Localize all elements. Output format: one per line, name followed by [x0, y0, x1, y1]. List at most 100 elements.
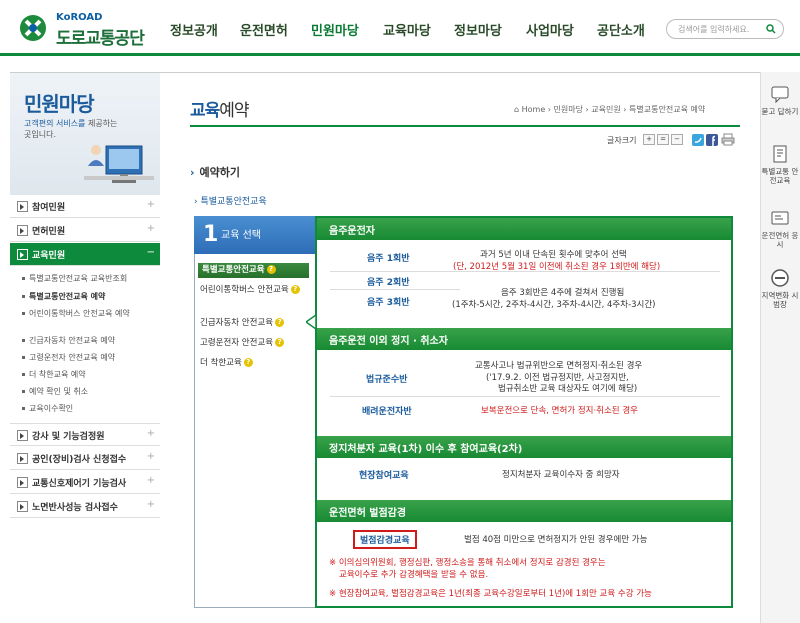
logo-mark-icon [20, 15, 46, 41]
chat-icon [771, 86, 789, 104]
help-icon[interactable]: ? [243, 358, 253, 367]
chevron-right-icon [17, 453, 28, 464]
lnb-desc-highlight: 고객편의 서비스를 [24, 119, 86, 128]
plus-icon: + [146, 499, 155, 510]
no-entry-icon [771, 269, 789, 287]
plus-icon: + [146, 223, 155, 234]
search-placeholder: 검색어를 입력하세요. [678, 25, 750, 34]
lnb-item-reflective[interactable]: 노면반사성능 검사접수 + [10, 495, 160, 518]
plus-icon: + [146, 428, 155, 439]
quick-special-education[interactable]: 특별교통 안전교육 [760, 144, 800, 185]
quick-license-test[interactable]: 운전면허 응시 [760, 208, 800, 249]
sub-item-good-driver[interactable]: 더 착한교육 예약 [22, 369, 86, 380]
font-increase-button[interactable]: + [643, 134, 655, 145]
sub-item-elderly[interactable]: 고령운전자 안전교육 예약 [22, 352, 115, 363]
course-school-bus[interactable]: 어린이통학버스 안전교육? [200, 285, 306, 296]
nav-info-open[interactable]: 정보공개 [170, 20, 218, 39]
nav-about[interactable]: 공단소개 [597, 20, 645, 39]
sub-item-check-cancel[interactable]: 예약 확인 및 취소 [22, 386, 88, 397]
help-icon[interactable]: ? [266, 265, 276, 274]
pointer-arrow-icon [306, 315, 316, 329]
page-title-rest: 예약 [219, 101, 249, 121]
nav-civil[interactable]: 민원마당 [311, 20, 359, 39]
lnb-item-participation[interactable]: 참여민원 + [10, 195, 160, 218]
chevron-right-icon [17, 430, 28, 441]
nav-education[interactable]: 교육마당 [383, 20, 431, 39]
band-title: 운전면허 벌점감경 [329, 508, 407, 519]
search-input[interactable]: 검색어를 입력하세요. [666, 19, 784, 39]
row-penalty-text: 벌점 40점 미만으로 면허정지가 안된 경우에만 가능 [464, 535, 648, 545]
font-reset-button[interactable]: = [657, 134, 669, 145]
band-participation: 정지처분자 교육(1차) 이수 후 참여교육(2차) [317, 436, 731, 458]
sub-item-special-reservation[interactable]: 특별교통안전교육 예약 [22, 291, 105, 302]
nav-info[interactable]: 정보마당 [454, 20, 502, 39]
nav-business[interactable]: 사업마당 [526, 20, 574, 39]
row-drunk-2-label[interactable]: 음주 2회반 [367, 275, 410, 288]
quick-test-site[interactable]: 지역변화 시범장 [760, 268, 800, 309]
title-rule [190, 125, 740, 127]
step-label: 교육 선택 [221, 230, 261, 241]
row-penalty-label[interactable]: 벌점감경교육 [353, 530, 417, 549]
sub-item-emergency[interactable]: 긴급자동차 안전교육 예약 [22, 335, 115, 346]
facebook-icon[interactable] [706, 134, 718, 146]
lnb-item-license[interactable]: 면허민원 + [10, 219, 160, 242]
quick-label: 특별교통 안전교육 [761, 167, 799, 185]
lnb-item-signal[interactable]: 교통신호제어기 기능검사 + [10, 471, 160, 494]
lnb-title: 민원마당 [24, 92, 95, 116]
quick-qna[interactable]: 묻고 답하기 [760, 84, 800, 116]
course-special-traffic[interactable]: 특별교통안전교육? [198, 263, 309, 278]
course-elderly[interactable]: 고령운전자 안전교육? [200, 338, 285, 349]
page-title: 교육예약 [190, 96, 250, 121]
font-size-label: 글자크기 [607, 136, 637, 145]
row-field-label[interactable]: 현장참여교육 [359, 468, 409, 481]
row-considerate-label[interactable]: 배려운전자반 [362, 404, 412, 417]
lnb-item-education[interactable]: 교육민원 − [10, 243, 160, 266]
nav-license[interactable]: 운전면허 [240, 20, 288, 39]
course-emergency[interactable]: 긴급자동차 안전교육? [200, 318, 285, 329]
lnb-item-label: 공인(장비)검사 신청접수 [32, 455, 127, 465]
font-decrease-button[interactable]: − [671, 134, 683, 145]
breadcrumb-civil[interactable]: 민원마당 [554, 105, 583, 114]
sub-item-label: 더 착한교육 예약 [29, 370, 86, 379]
help-icon[interactable]: ? [275, 338, 285, 347]
lnb-item-label: 참여민원 [32, 203, 66, 213]
row-drunk-3-label[interactable]: 음주 3회반 [367, 295, 410, 308]
lnb-item-equipment[interactable]: 공인(장비)검사 신청접수 + [10, 447, 160, 470]
twitter-icon[interactable] [692, 134, 704, 146]
sub-title: › 특별교통안전교육 [194, 194, 267, 207]
row-drunk-1-label[interactable]: 음주 1회반 [367, 251, 410, 264]
row-law-text: 교통사고나 법규위반으로 면허정지·취소된 경우 [475, 361, 643, 371]
sub-item-label: 특별교통안전교육 예약 [29, 292, 106, 301]
lnb-item-instructor[interactable]: 강사 및 기능검정원 + [10, 423, 160, 446]
band-drunk-driver: 음주운전자 [317, 218, 731, 240]
band-title: 음주운전자 [329, 226, 375, 237]
sub-item-school-bus[interactable]: 어린이통학버스 안전교육 예약 [22, 308, 154, 319]
bullet-icon [22, 390, 25, 393]
row-divider [330, 271, 720, 272]
quick-label: 운전면허 응시 [761, 231, 799, 249]
sub-item-course-lookup[interactable]: 특별교통안전교육 교육반조회 [22, 273, 127, 284]
print-icon[interactable] [721, 133, 735, 146]
logo-en: KoROAD [56, 12, 103, 23]
breadcrumb: ⌂ Home › 민원마당 › 교육민원 › 특별교통안전교육 예약 [514, 105, 706, 114]
help-icon[interactable]: ? [275, 318, 285, 327]
search-icon[interactable] [766, 24, 776, 34]
breadcrumb-edu[interactable]: 교육민원 [591, 105, 620, 114]
breadcrumb-current: 특별교통안전교육 예약 [629, 105, 706, 114]
course-good-driver[interactable]: 더 착한교육? [200, 358, 253, 369]
page-title-bold: 교육 [190, 101, 220, 121]
logo[interactable]: KoROAD 도로교통공단 [18, 11, 158, 49]
bullet-icon [22, 295, 25, 298]
help-icon[interactable]: ? [290, 285, 300, 294]
course-label: 어린이통학버스 안전교육 [200, 285, 289, 295]
sub-item-completion[interactable]: 교육이수확인 [22, 403, 73, 414]
breadcrumb-home[interactable]: Home [522, 105, 546, 114]
plus-icon: + [146, 451, 155, 462]
section-title: › 예약하기 [190, 164, 240, 180]
row-law-label[interactable]: 법규준수반 [366, 372, 407, 385]
quick-label: 지역변화 시범장 [761, 291, 799, 309]
band-penalty: 운전면허 벌점감경 [317, 500, 731, 522]
sub-item-label: 교육이수확인 [29, 404, 74, 413]
course-label: 특별교통안전교육 [202, 265, 265, 275]
band-title: 음주운전 이외 정지 · 취소자 [329, 336, 448, 347]
